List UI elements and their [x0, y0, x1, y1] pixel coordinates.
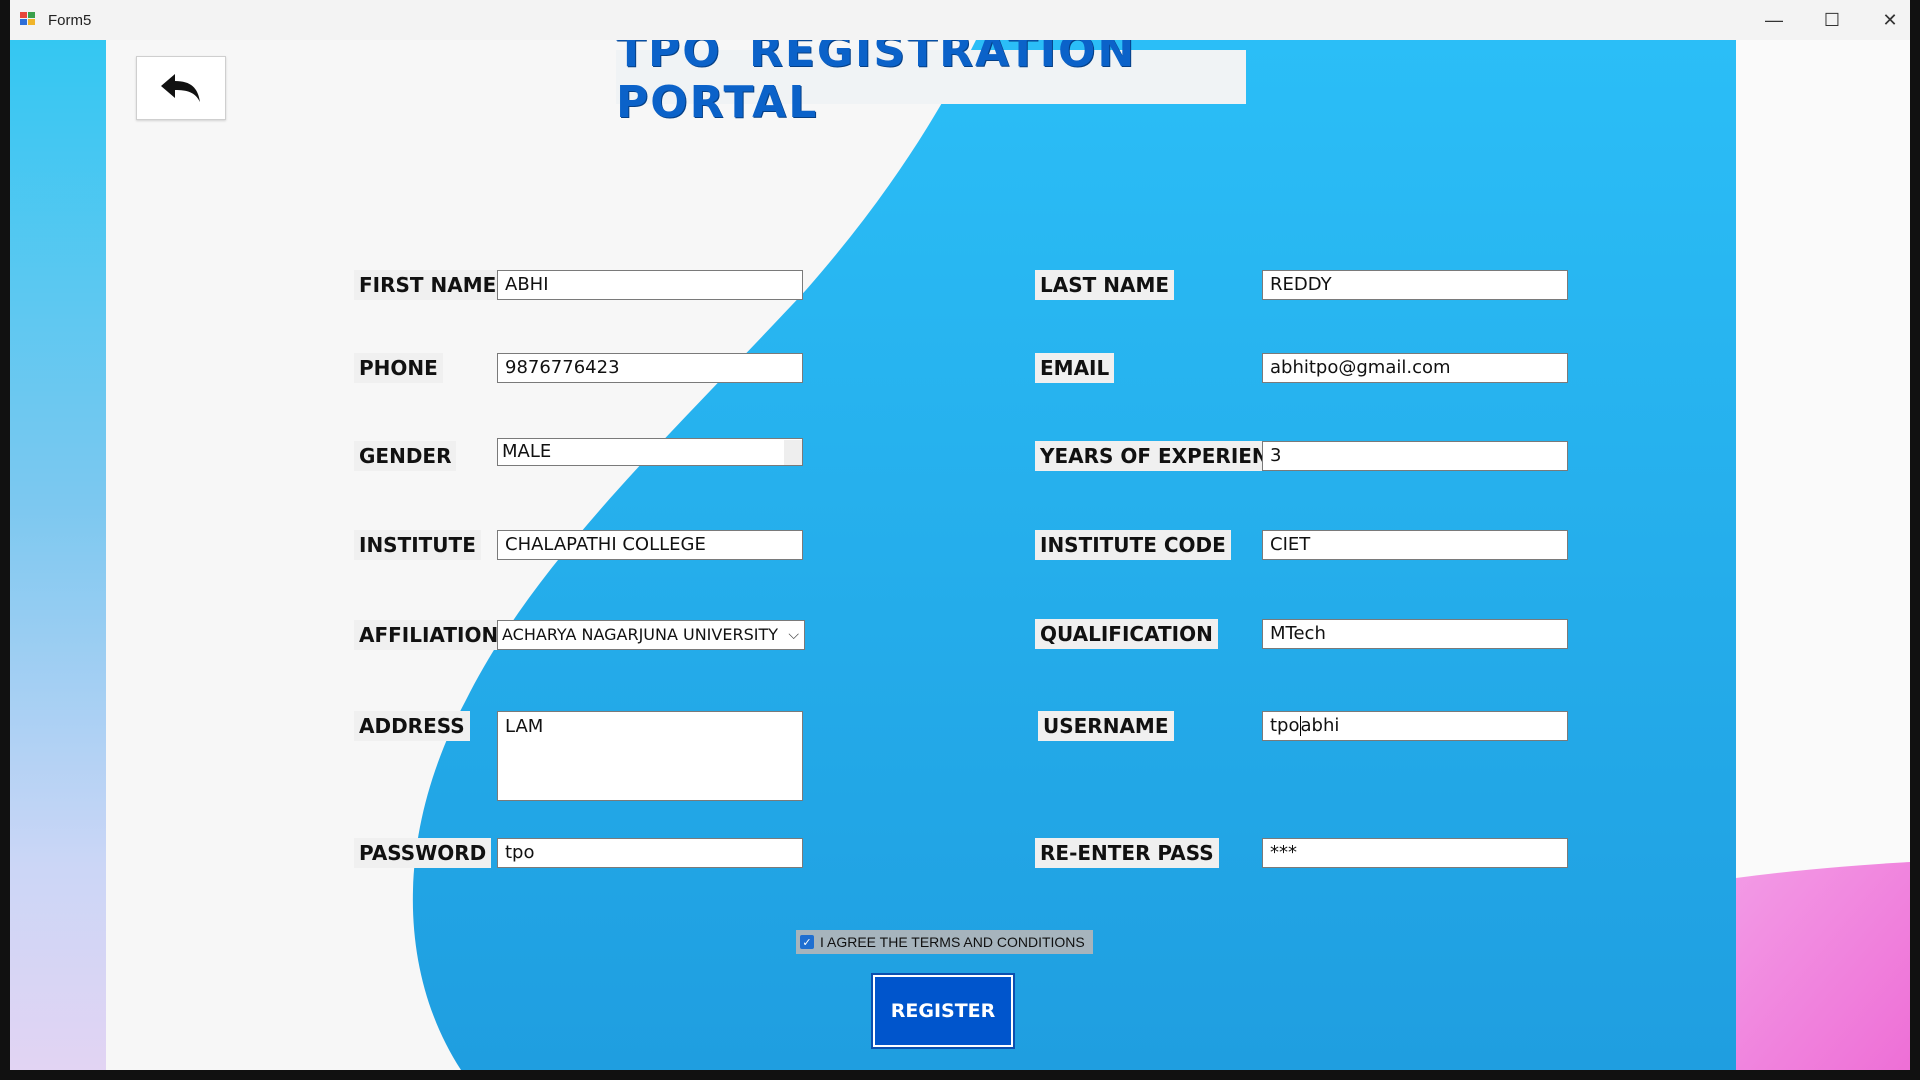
password-label: PASSWORD [354, 838, 492, 868]
check-icon: ✓ [800, 935, 814, 949]
institute-field[interactable]: CHALAPATHI COLLEGE [497, 530, 803, 560]
minimize-button[interactable]: — [1745, 0, 1803, 40]
qualification-field[interactable]: MTech [1262, 619, 1568, 649]
minimize-icon: — [1765, 9, 1783, 30]
qualification-label: QUALIFICATION [1035, 619, 1218, 649]
window-title: Form5 [48, 11, 92, 29]
first-name-field[interactable]: ABHI [497, 270, 803, 300]
client-area: TPO REGISTRATION PORTAL FIRST NAME ABHI … [10, 40, 1910, 1070]
gender-select[interactable]: MALE [497, 438, 803, 466]
address-field[interactable]: LAM [497, 711, 803, 801]
email-label: EMAIL [1035, 353, 1115, 383]
page-title: TPO REGISTRATION PORTAL [616, 40, 1246, 128]
last-name-field[interactable]: REDDY [1262, 270, 1568, 300]
username-value-end: abhi [1300, 715, 1340, 736]
register-button[interactable]: REGISTER [871, 973, 1015, 1049]
agree-label: I AGREE THE TERMS AND CONDITIONS [820, 934, 1085, 950]
affiliation-value: ACHARYA NAGARJUNA UNIVERSITY [502, 625, 778, 644]
reenter-pass-field[interactable]: *** [1262, 838, 1568, 868]
experience-field[interactable]: 3 [1262, 441, 1568, 471]
phone-label: PHONE [354, 353, 443, 383]
phone-field[interactable]: 9876776423 [497, 353, 803, 383]
app-icon [20, 12, 38, 28]
form-panel: TPO REGISTRATION PORTAL FIRST NAME ABHI … [106, 40, 1736, 1070]
application-window: Form5 — ☐ ✕ TPO REGISTRATION PORTAL FIRS… [10, 0, 1910, 1070]
affiliation-select[interactable]: ACHARYA NAGARJUNA UNIVERSITY ⌵ [497, 620, 805, 650]
username-field[interactable]: tpoabhi [1262, 711, 1568, 741]
gender-dropdown-handle [784, 440, 802, 465]
maximize-icon: ☐ [1823, 9, 1841, 30]
last-name-label: LAST NAME [1035, 270, 1175, 300]
close-icon: ✕ [1882, 9, 1898, 30]
back-arrow-icon [161, 74, 200, 102]
gender-value: MALE [502, 441, 552, 462]
institute-code-label: INSTITUTE CODE [1035, 530, 1231, 560]
address-label: ADDRESS [354, 711, 470, 741]
close-button[interactable]: ✕ [1861, 0, 1910, 40]
institute-label: INSTITUTE [354, 530, 481, 560]
reenter-pass-label: RE-ENTER PASS [1035, 838, 1219, 868]
agree-checkbox[interactable]: ✓ I AGREE THE TERMS AND CONDITIONS [796, 930, 1093, 954]
pink-decor-shape [1736, 862, 1910, 1070]
maximize-button[interactable]: ☐ [1803, 0, 1861, 40]
right-decor-strip [1736, 40, 1910, 1070]
institute-code-field[interactable]: CIET [1262, 530, 1568, 560]
affiliation-label: AFFILIATION [354, 620, 504, 650]
email-field[interactable]: abhitpo@gmail.com [1262, 353, 1568, 383]
gender-label: GENDER [354, 441, 457, 471]
title-bar: Form5 — ☐ ✕ [10, 0, 1910, 40]
password-field[interactable]: tpo [497, 838, 803, 868]
first-name-label: FIRST NAME [354, 270, 502, 300]
username-label: USERNAME [1038, 711, 1174, 741]
username-value-start: tpo [1270, 715, 1300, 736]
back-button[interactable] [136, 56, 226, 120]
chevron-down-icon: ⌵ [788, 627, 799, 643]
